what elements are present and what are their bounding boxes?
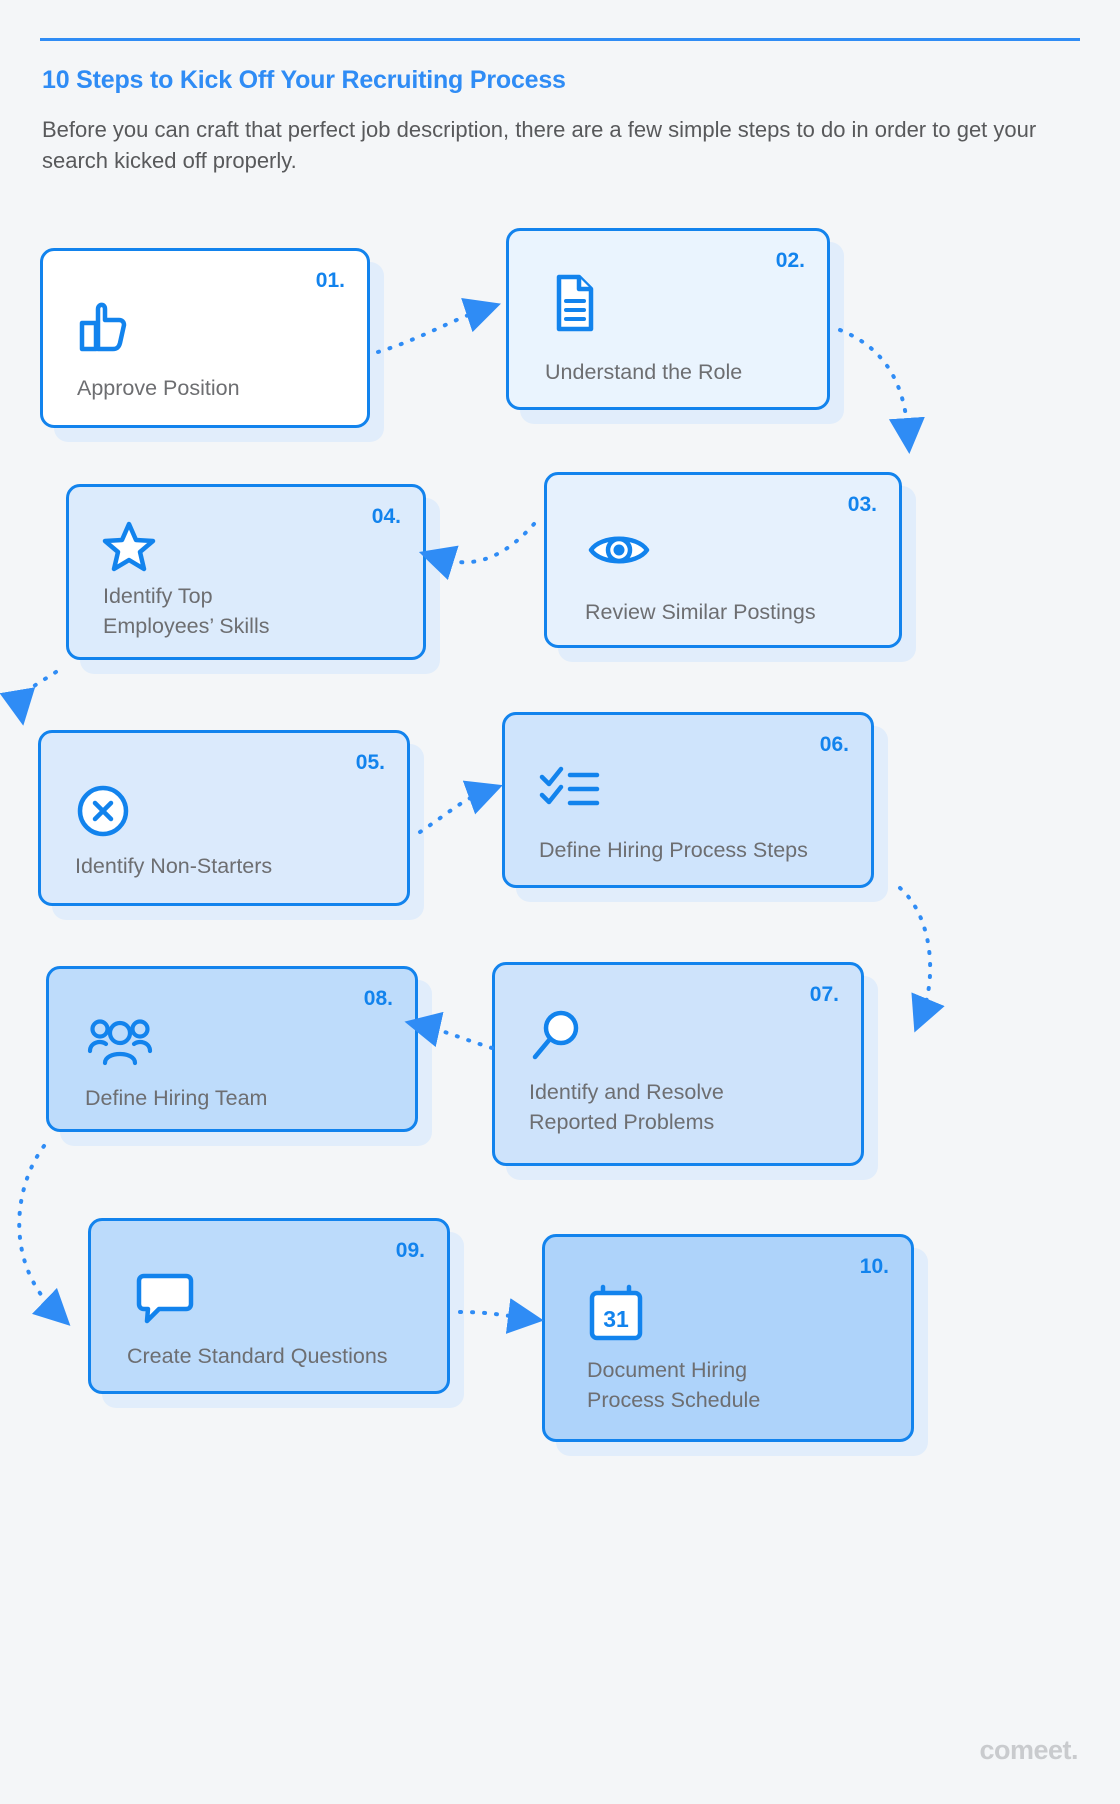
step-label: Identify Non-Starters [75,854,273,878]
step-card-03[interactable]: 03. Review Similar Postings [544,472,916,662]
connector-5-6 [418,780,503,834]
connector-2-3 [838,328,925,454]
card-body: 03. Review Similar Postings [544,472,902,648]
card-body: 04. Identify Top Employees’ Skills [66,484,426,660]
svg-text:31: 31 [603,1306,629,1332]
connector-6-7 [898,886,945,1033]
header-divider [40,38,1080,41]
connector-4-5 [0,670,58,726]
step-label: Define Hiring Team [85,1086,268,1110]
card-body: 07. Identify and Resolve Reported Proble… [492,962,864,1166]
step-card-10[interactable]: 10. 31 Document Hiring Process Schedule [542,1234,928,1456]
eye-icon [587,527,651,578]
step-label: Define Hiring Process Steps [539,838,808,862]
step-card-02[interactable]: 02. Understand the Role [506,228,844,424]
step-label: Review Similar Postings [585,600,816,624]
document-icon [545,273,599,340]
page-title: 10 Steps to Kick Off Your Recruiting Pro… [42,66,566,94]
connector-3-4 [418,522,536,580]
connector-9-10 [458,1298,544,1334]
card-body: 01. Approve Position [40,248,370,428]
calendar-31-icon: 31 [587,1283,645,1348]
checklist-icon [537,763,601,820]
star-icon [101,519,157,578]
step-label: Identify Top Employees’ Skills [103,584,270,638]
step-number: 09. [395,1239,425,1262]
step-number: 02. [775,249,805,272]
step-label: Identify and Resolve Reported Problems [529,1080,724,1134]
step-label: Document Hiring Process Schedule [587,1358,761,1412]
step-card-09[interactable]: 09. Create Standard Questions [88,1218,464,1408]
step-card-07[interactable]: 07. Identify and Resolve Reported Proble… [492,962,878,1180]
step-number: 08. [363,987,393,1010]
magnifier-icon [529,1007,587,1070]
comeet-logo: comeet. [979,1735,1078,1765]
card-body: 06. Define Hiring Process Steps [502,712,874,888]
circle-x-icon [75,783,131,844]
connector-7-8 [404,1011,494,1050]
speech-bubble-icon [133,1273,197,1330]
step-number: 10. [859,1255,889,1278]
step-card-08[interactable]: 08. Define Hiring Team [46,966,432,1146]
step-number: 06. [819,733,849,756]
infographic-page: 10 Steps to Kick Off Your Recruiting Pro… [0,0,1120,1804]
step-label: Approve Position [77,376,240,400]
card-body: 05. Identify Non-Starters [38,730,410,906]
card-body: 10. 31 Document Hiring Process Schedule [542,1234,914,1442]
step-number: 05. [355,751,385,774]
page-subtitle: Before you can craft that perfect job de… [42,117,1037,173]
card-body: 08. Define Hiring Team [46,966,418,1132]
step-number: 07. [809,983,839,1006]
step-number: 01. [315,269,345,292]
step-number: 04. [371,505,401,528]
step-card-05[interactable]: 05. Identify Non-Starters [38,730,424,920]
card-body: 02. Understand the Role [506,228,830,410]
connector-1-2 [376,297,501,354]
thumbs-up-icon [76,299,130,360]
step-card-01[interactable]: 01. Approve Position [40,248,384,442]
step-label: Create Standard Questions [127,1344,388,1368]
step-number: 03. [847,493,877,516]
connector-8-9 [17,1144,71,1326]
people-group-icon [87,1015,153,1072]
step-card-04[interactable]: 04. Identify Top Employees’ Skills [66,484,440,674]
step-card-06[interactable]: 06. Define Hiring Process Steps [502,712,888,902]
card-body: 09. Create Standard Questions [88,1218,450,1394]
step-label: Understand the Role [545,360,743,384]
